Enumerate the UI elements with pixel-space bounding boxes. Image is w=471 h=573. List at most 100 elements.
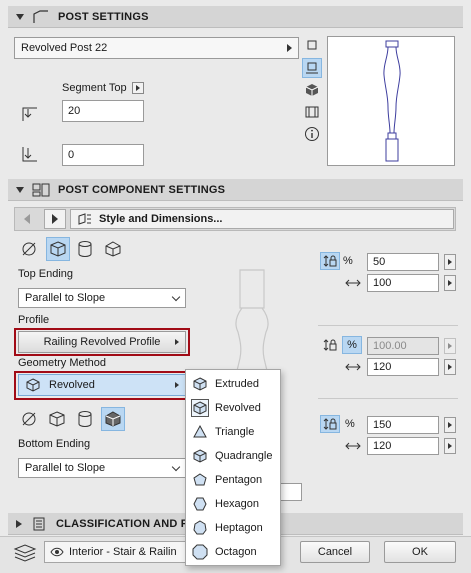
section-title: POST COMPONENT SETTINGS: [58, 183, 226, 196]
percent-toggle[interactable]: %: [342, 336, 362, 354]
arrow-right-icon: [448, 280, 452, 286]
component-settings-header[interactable]: POST COMPONENT SETTINGS: [8, 179, 463, 201]
next-button[interactable]: [44, 209, 66, 229]
chevron-right-icon: [287, 44, 292, 52]
menu-item-revolved[interactable]: Revolved: [186, 396, 280, 420]
expand-triangle-icon[interactable]: [16, 519, 22, 528]
eye-icon: [50, 547, 64, 557]
width-arrows-icon: [345, 277, 361, 289]
layer-value: Interior - Stair & Railin: [69, 546, 177, 558]
info-icon[interactable]: [303, 125, 321, 143]
layers-icon: [12, 543, 38, 563]
post-name-dropdown[interactable]: Revolved Post 22: [14, 37, 299, 59]
top-percent-value: 50: [373, 256, 386, 268]
menu-item-label: Revolved: [215, 402, 261, 414]
geometry-method-menu: Extruded Revolved Triangle Quadrangle Pe…: [185, 369, 281, 566]
arrow-right-icon: [448, 343, 452, 349]
arrow-right-icon: [448, 443, 452, 449]
menu-item-extruded[interactable]: Extruded: [186, 372, 280, 396]
ok-label: OK: [412, 546, 428, 558]
percent-symbol: %: [345, 418, 355, 430]
collapse-triangle-icon[interactable]: [16, 13, 24, 20]
3d-cube-icon[interactable]: [303, 81, 321, 99]
component-settings-icon: [32, 183, 50, 197]
no-ending-icon[interactable]: [18, 238, 40, 260]
cube-ending-icon[interactable]: [46, 237, 70, 261]
profile-highlight: [14, 328, 190, 356]
section-title: CLASSIFICATION AND PR: [56, 517, 197, 530]
arrow-right-icon: [448, 364, 452, 370]
menu-item-label: Hexagon: [215, 498, 260, 510]
menu-item-hexagon[interactable]: Hexagon: [186, 492, 280, 516]
mid-width-value: 120: [373, 361, 392, 373]
mid-width-input[interactable]: 120: [367, 358, 439, 376]
bottom-offset-input[interactable]: 0: [62, 144, 144, 166]
menu-item-label: Quadrangle: [215, 450, 273, 462]
classification-icon: [30, 517, 48, 531]
pentagon-icon: [191, 471, 209, 489]
custom-ending-icon[interactable]: [102, 238, 124, 260]
previous-button[interactable]: [16, 209, 38, 229]
top-ending-label: Top Ending: [18, 268, 74, 280]
cancel-button[interactable]: Cancel: [300, 541, 370, 563]
bottom-percent-value: 150: [373, 419, 392, 431]
menu-item-triangle[interactable]: Triangle: [186, 420, 280, 444]
film-icon[interactable]: [303, 103, 321, 121]
page-selector-dropdown[interactable]: Style and Dimensions...: [70, 209, 454, 229]
extra-field[interactable]: [280, 483, 302, 501]
bottom-width-arrow[interactable]: [444, 438, 456, 454]
layer-dropdown[interactable]: Interior - Stair & Railin: [44, 541, 190, 563]
top-width-arrow[interactable]: [444, 275, 456, 291]
no-ending-icon[interactable]: [18, 408, 40, 430]
menu-item-octagon[interactable]: Octagon: [186, 540, 280, 564]
bottom-width-input[interactable]: 120: [367, 437, 439, 455]
cube-ending-icon[interactable]: [46, 408, 68, 430]
top-percent-input[interactable]: 50: [367, 253, 439, 271]
post-preview: [327, 36, 455, 166]
menu-item-label: Heptagon: [215, 522, 263, 534]
top-ending-dropdown[interactable]: Parallel to Slope: [18, 288, 186, 308]
hexagon-icon: [191, 495, 209, 513]
segment-top-arrow-button[interactable]: [132, 82, 144, 94]
page-label: Style and Dimensions...: [99, 213, 223, 225]
width-arrows-icon: [345, 361, 361, 373]
elevation-view-icon[interactable]: [302, 58, 322, 78]
cylinder-ending-icon[interactable]: [74, 238, 96, 260]
top-percent-arrow[interactable]: [444, 254, 456, 270]
bottom-width-value: 120: [373, 440, 392, 452]
top-width-value: 100: [373, 277, 392, 289]
section-title: POST SETTINGS: [58, 10, 149, 23]
collapse-triangle-icon[interactable]: [16, 186, 24, 193]
square-view-icon[interactable]: [303, 36, 321, 54]
cylinder-ending-icon[interactable]: [74, 408, 96, 430]
height-lock-icon[interactable]: [320, 336, 340, 354]
percent-symbol: %: [343, 255, 353, 267]
width-arrows-icon: [345, 440, 361, 452]
bottom-ending-dropdown[interactable]: Parallel to Slope: [18, 458, 186, 478]
revolved-icon: [191, 399, 209, 417]
mid-width-arrow[interactable]: [444, 359, 456, 375]
bottom-percent-input[interactable]: 150: [367, 416, 439, 434]
geometry-highlight: [14, 371, 190, 400]
top-offset-input[interactable]: 20: [62, 100, 144, 122]
height-lock-icon[interactable]: [320, 252, 340, 270]
height-lock-icon[interactable]: [320, 415, 340, 433]
menu-item-quadrangle[interactable]: Quadrangle: [186, 444, 280, 468]
top-width-input[interactable]: 100: [367, 274, 439, 292]
ok-button[interactable]: OK: [384, 541, 456, 563]
bottom-percent-arrow[interactable]: [444, 417, 456, 433]
menu-item-label: Extruded: [215, 378, 260, 390]
top-offset-icon: [20, 103, 40, 123]
octagon-icon: [191, 543, 209, 561]
divider: [318, 325, 458, 326]
menu-item-label: Pentagon: [215, 474, 263, 486]
triangle-icon: [191, 423, 209, 441]
geometry-method-label: Geometry Method: [18, 357, 107, 369]
revolved-post-preview-icon: [383, 40, 401, 162]
menu-item-pentagon[interactable]: Pentagon: [186, 468, 280, 492]
custom-ending-icon[interactable]: [101, 407, 125, 431]
menu-item-heptagon[interactable]: Heptagon: [186, 516, 280, 540]
bottom-ending-label: Bottom Ending: [18, 438, 91, 450]
arrow-right-icon: [448, 422, 452, 428]
post-settings-header[interactable]: POST SETTINGS: [8, 6, 463, 28]
